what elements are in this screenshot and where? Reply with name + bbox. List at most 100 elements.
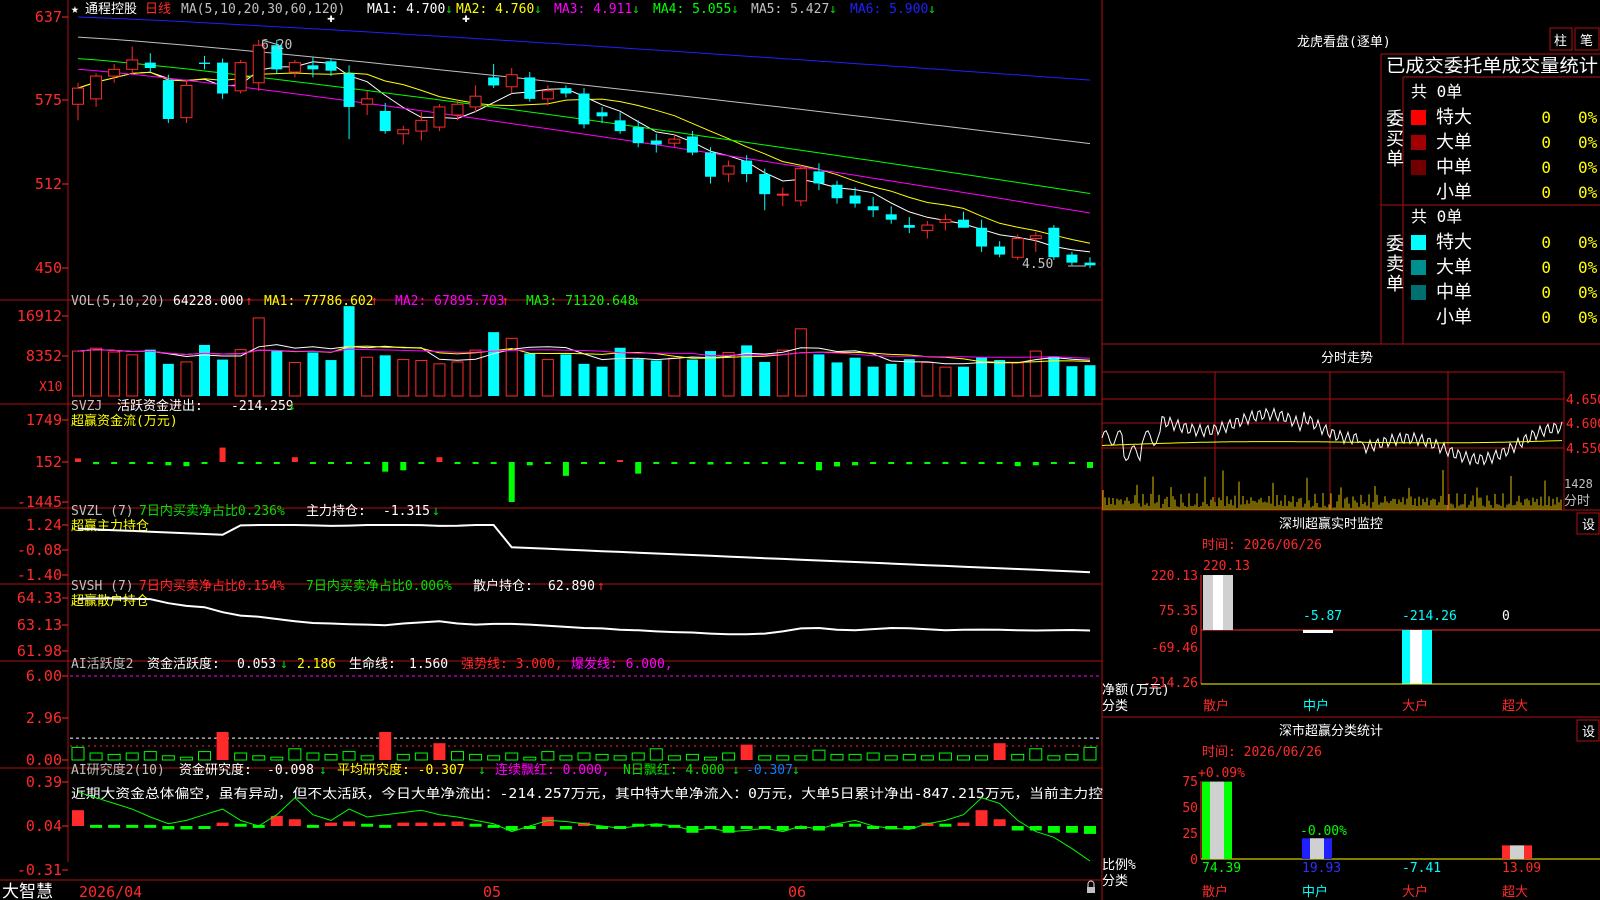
- vol-plot[interactable]: [72, 306, 1096, 397]
- terminal-canvas: ★ 通程控股 日线 MA(5,10,20,30,60,120) MA1: 4.7…: [0, 0, 1600, 900]
- activity-bar: [342, 751, 356, 761]
- activity-bar: [1083, 746, 1097, 761]
- research-bar: [108, 824, 121, 828]
- research-bar: [379, 824, 392, 828]
- svzj-value: -214.259: [231, 399, 294, 414]
- candle-up: [921, 224, 934, 231]
- research-plot[interactable]: [72, 791, 1096, 862]
- sz-class-xlabel: 分类: [1102, 874, 1128, 889]
- vol-ma-readout-1: MA1: 77786.602: [264, 294, 374, 309]
- svzl-plot[interactable]: [77, 524, 1091, 574]
- candle-up: [469, 95, 482, 108]
- svsh-plot[interactable]: [77, 597, 1091, 636]
- fund-flow-bar: [75, 458, 81, 462]
- order-swatch: [1411, 260, 1426, 275]
- candle-up: [541, 90, 554, 100]
- volume-bar-down: [813, 354, 825, 396]
- candle-down: [560, 88, 572, 94]
- buy-total: 共 0单: [1411, 82, 1462, 101]
- sz-realtime-xlabel: 分类: [1102, 699, 1128, 714]
- svzl-arrow: ↓: [432, 504, 440, 519]
- volume-bar-down: [578, 363, 590, 396]
- kline-plot[interactable]: ✚ ✚: [72, 11, 1096, 268]
- order-pct: 0%: [1578, 308, 1598, 327]
- order-count: 0: [1541, 233, 1551, 252]
- class-axis-tick: 25: [1182, 827, 1198, 842]
- activity-bar: [71, 746, 85, 761]
- activity-bar: [1029, 748, 1043, 761]
- candle-down: [976, 227, 988, 247]
- activity-bar: [667, 755, 681, 761]
- activity-bar: [107, 753, 121, 761]
- fund-flow-bar: [165, 462, 172, 466]
- active-plot[interactable]: [70, 675, 1100, 761]
- svsh-value: 62.890: [548, 579, 595, 594]
- intraday-axis-tick: 4.550: [1566, 442, 1600, 457]
- class-bar-highlight: [1510, 845, 1524, 859]
- volume-bar-up: [1011, 362, 1024, 397]
- realtime-axis-tick: 0: [1190, 624, 1198, 639]
- realtime-category-label: 超大: [1502, 699, 1528, 714]
- fund-flow-bar: [852, 462, 859, 466]
- class-value-label: 19.93: [1302, 861, 1341, 876]
- sz-class-plot[interactable]: 74.39 +0.09% 19.93 -0.00% -7.41 13.09 散户 中户 大户 超大: [1198, 766, 1600, 900]
- period-label[interactable]: 日线: [145, 2, 171, 17]
- tick-mode-button[interactable]: 笔: [1574, 27, 1600, 51]
- activity-bar: [975, 755, 989, 761]
- vol-unit: X10: [39, 380, 62, 395]
- kline-header: ★ 通程控股 日线 MA(5,10,20,30,60,120) MA1: 4.7…: [71, 2, 936, 17]
- favorite-star-icon[interactable]: ★: [71, 2, 79, 17]
- realtime-axis-tick: -69.46: [1151, 641, 1198, 656]
- fund-flow-bar: [689, 462, 696, 464]
- column-mode-button[interactable]: 柱: [1549, 27, 1573, 51]
- candle-up: [72, 87, 84, 105]
- class-value-label: 13.09: [1502, 861, 1541, 876]
- axis-tick: -1.40: [17, 566, 62, 584]
- candle-up: [415, 119, 428, 132]
- volume-bar-down: [1066, 366, 1078, 396]
- order-size-label: 特大: [1436, 232, 1472, 253]
- volume-bar-up: [126, 354, 139, 397]
- research-bar: [343, 821, 356, 826]
- date-tick-1: 05: [483, 883, 501, 900]
- lock-icon[interactable]: [1087, 880, 1095, 893]
- activity-bar: [487, 755, 501, 761]
- volume-bar-up: [90, 347, 103, 397]
- volume-bar-down: [343, 306, 355, 396]
- intraday-plot[interactable]: [1101, 371, 1565, 511]
- sz-realtime-settings-button[interactable]: 设: [1576, 512, 1600, 535]
- fund-flow-bar: [870, 462, 877, 464]
- volume-bar-up: [451, 361, 464, 397]
- candle-up: [180, 84, 193, 119]
- order-count: 0: [1541, 108, 1551, 127]
- event-marker-icon[interactable]: ✚: [327, 11, 335, 26]
- ma-title: MA(5,10,20,30,60,120): [181, 2, 345, 17]
- event-marker-icon[interactable]: ✚: [462, 11, 470, 26]
- research-comment: 近期大资金总体偏空，虽有异动，但不太活跃，今日大单净流出：-214.257万元，…: [71, 786, 1103, 802]
- research-bar: [1011, 826, 1024, 831]
- volume-bar-up: [505, 337, 518, 397]
- active-axis: 6.00 2.96 0.00: [26, 667, 68, 769]
- fund-flow-bar: [454, 462, 461, 464]
- stock-name[interactable]: 通程控股: [85, 2, 137, 17]
- fund-flow-bar: [779, 462, 786, 465]
- sz-realtime-settings-label: 设: [1582, 518, 1595, 533]
- activity-bar: [306, 752, 320, 761]
- svsh-axis: 64.33 63.13 61.98: [17, 589, 68, 660]
- kline-price-axis: 637 575 512 450: [35, 8, 68, 277]
- research-bar: [1029, 826, 1042, 831]
- life-label: 生命线:: [349, 656, 396, 672]
- realtime-bar: [1303, 630, 1333, 633]
- candle-up: [397, 129, 410, 135]
- intraday-panel: 分时走势 4.650 4.600 4.550 1428 分时: [1101, 350, 1600, 511]
- sz-class-axis: 75 50 25 0: [1182, 775, 1198, 868]
- sell-total: 共 0单: [1411, 207, 1462, 226]
- activity-bar: [396, 753, 410, 761]
- sz-realtime-plot[interactable]: 220.13 -5.87 -214.26 0 散户 中户 大户 超大: [1200, 559, 1600, 714]
- svzj-plot[interactable]: [75, 447, 1093, 502]
- lhb-panel: 龙虎看盘(逐单) 柱 笔 已成交委托单成交量统计 共 0单 共 0单 委买单 委…: [1297, 27, 1600, 328]
- candle-down: [1084, 262, 1096, 266]
- order-swatch: [1411, 110, 1426, 125]
- research-last: -0.307: [746, 763, 793, 778]
- sz-class-settings-button[interactable]: 设: [1576, 719, 1600, 742]
